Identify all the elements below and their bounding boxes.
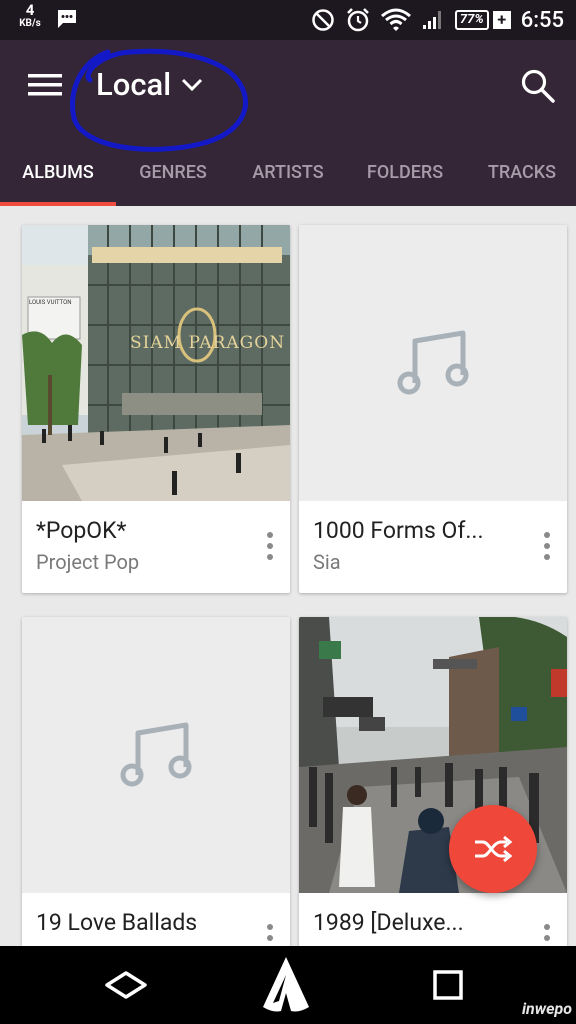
album-art-placeholder [299, 225, 567, 501]
album-title: *PopOK* [36, 517, 127, 544]
source-title: Local [96, 66, 172, 103]
message-icon [58, 10, 76, 28]
network-speed-unit: KB/s [19, 18, 41, 29]
app-bar: Local ALBUMS GENRES ARTISTS FOLDERS TRAC… [0, 40, 576, 206]
album-title: 19 Love Ballads [36, 909, 198, 936]
source-dropdown[interactable]: Local [96, 66, 203, 103]
album-card[interactable]: 1989 [Deluxe... [299, 617, 567, 946]
album-title: 1989 [Deluxe... [313, 909, 464, 936]
shuffle-icon [475, 835, 513, 863]
chevron-down-icon [182, 78, 203, 91]
music-note-icon [120, 722, 192, 787]
assassins-creed-home-icon [263, 957, 309, 1012]
wifi-icon [380, 8, 411, 31]
alarm-icon [346, 8, 369, 32]
battery-level: 77% [454, 10, 489, 30]
charging-icon: + [492, 11, 511, 29]
more-options-icon[interactable] [266, 923, 274, 946]
album-art-photo: SIAM PARAGON LOUIS VUITTON [22, 225, 290, 501]
network-speed-value: 4 [25, 1, 35, 19]
more-options-icon[interactable] [266, 531, 274, 561]
watermark: inwepo [521, 999, 572, 1018]
album-artist: Project Pop [36, 550, 140, 574]
album-art-placeholder [22, 617, 290, 893]
tab-albums[interactable]: ALBUMS [0, 162, 116, 192]
home-button[interactable] [236, 946, 336, 1024]
music-note-icon [397, 330, 469, 395]
recents-button[interactable] [398, 946, 498, 1024]
more-options-icon[interactable] [543, 923, 551, 946]
album-card[interactable]: 1000 Forms Of... Sia [299, 225, 567, 593]
back-button[interactable] [76, 946, 176, 1024]
album-art-store-text: LOUIS VUITTON [29, 299, 72, 306]
shuffle-button[interactable] [449, 805, 537, 893]
network-speed: 4 KB/s [14, 1, 46, 30]
album-card[interactable]: 19 Love Ballads [22, 617, 290, 946]
recents-icon [433, 970, 463, 1000]
battery-indicator: 77% + [454, 10, 511, 30]
album-card[interactable]: SIAM PARAGON LOUIS VUITTON *PopOK* Proje… [22, 225, 290, 593]
album-artist: Sia [313, 550, 341, 574]
tab-folders[interactable]: FOLDERS [346, 162, 464, 192]
search-icon[interactable] [520, 68, 556, 104]
tab-artists[interactable]: ARTISTS [230, 162, 346, 192]
hamburger-menu-icon[interactable] [28, 72, 62, 98]
more-options-icon[interactable] [543, 531, 551, 561]
album-art-sign-text: SIAM PARAGON [130, 333, 286, 353]
clock: 6:55 [520, 7, 564, 33]
signal-icon [422, 11, 441, 29]
back-icon [105, 971, 147, 999]
status-bar: 4 KB/s 77% + 6:55 [0, 0, 576, 40]
tab-tracks[interactable]: TRACKS [464, 162, 576, 192]
tab-bar: ALBUMS GENRES ARTISTS FOLDERS TRACKS [0, 148, 576, 206]
system-nav-bar: inwepo [0, 946, 576, 1024]
tab-genres[interactable]: GENRES [116, 162, 230, 192]
do-not-disturb-icon [312, 9, 334, 31]
album-title: 1000 Forms Of... [313, 517, 484, 544]
